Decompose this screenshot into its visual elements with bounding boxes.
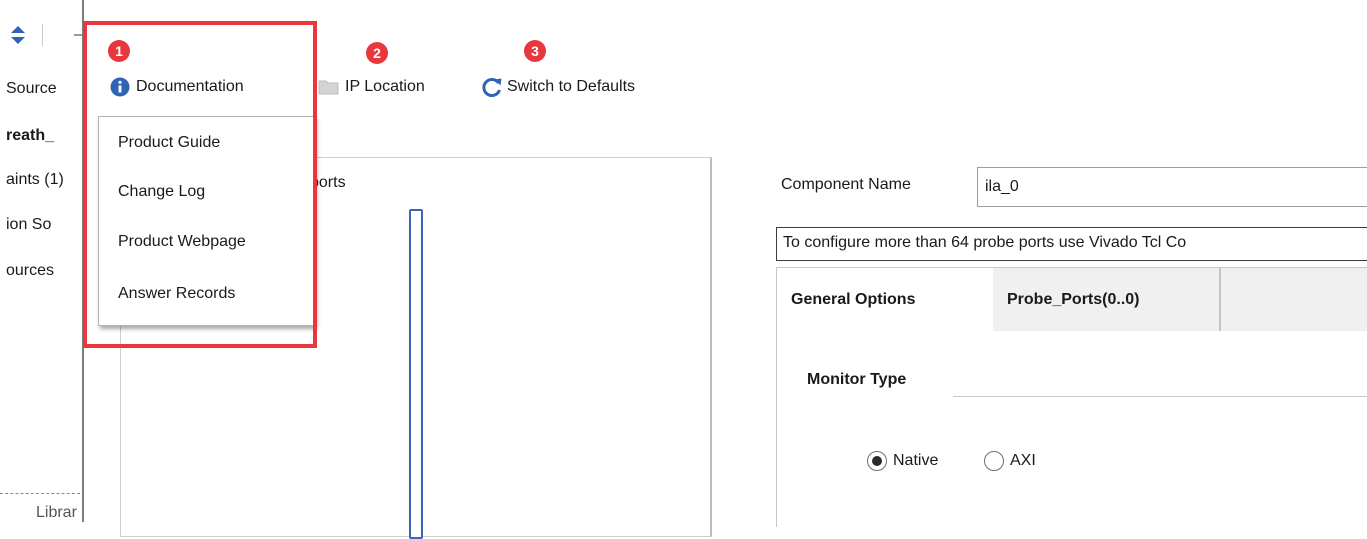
tab-general-options[interactable]: General Options xyxy=(777,268,993,331)
tab-probe-ports[interactable]: Probe_Ports(0..0) xyxy=(993,268,1221,331)
show-disabled-ports-label: ports xyxy=(310,174,346,191)
radio-selected-icon xyxy=(867,451,887,471)
refresh-icon xyxy=(482,78,502,97)
info-icon xyxy=(110,77,130,97)
probe-ports-note-text: To configure more than 64 probe ports us… xyxy=(783,234,1187,251)
radio-unselected-icon xyxy=(984,451,1004,471)
monitor-type-heading: Monitor Type xyxy=(807,371,907,388)
annotation-badge-2: 2 xyxy=(366,42,388,64)
folder-icon xyxy=(318,80,339,95)
axi-label: AXI xyxy=(1010,452,1036,469)
ip-location-label: IP Location xyxy=(345,78,425,95)
sidebar-item-utility-sources[interactable]: ources xyxy=(6,262,54,280)
monitor-type-native-radio[interactable]: Native xyxy=(867,448,938,474)
collapse-icon[interactable] xyxy=(74,34,82,36)
menu-item-change-log[interactable]: Change Log xyxy=(118,183,205,201)
documentation-menu: Product Guide Change Log Product Webpage… xyxy=(98,116,315,326)
toolbar-separator xyxy=(42,24,43,46)
menu-item-product-webpage[interactable]: Product Webpage xyxy=(118,233,246,251)
ip-symbol-block xyxy=(409,209,423,539)
sidebar-item-sources[interactable]: Source xyxy=(6,80,57,98)
annotation-badge-3: 3 xyxy=(524,40,546,62)
sidebar-item-constraints[interactable]: aints (1) xyxy=(6,171,64,189)
component-name-input[interactable] xyxy=(977,167,1367,207)
sidebar-item-simulation-sources[interactable]: ion So xyxy=(6,216,51,234)
documentation-button[interactable]: Documentation xyxy=(110,72,244,102)
section-divider xyxy=(953,396,1367,397)
switch-to-defaults-label: Switch to Defaults xyxy=(507,78,636,95)
sidebar-item-design[interactable]: reath_ xyxy=(6,127,54,145)
native-label: Native xyxy=(893,452,939,469)
probe-ports-note: To configure more than 64 probe ports us… xyxy=(776,227,1367,261)
sidebar-divider xyxy=(0,493,80,494)
monitor-type-axi-radio[interactable]: AXI xyxy=(984,448,1036,474)
component-name-label: Component Name xyxy=(781,176,911,193)
panel-divider[interactable] xyxy=(82,0,84,522)
menu-item-answer-records[interactable]: Answer Records xyxy=(118,285,235,303)
sources-sidebar: Source reath_ aints (1) ion So ources Li… xyxy=(0,0,84,522)
switch-to-defaults-button[interactable]: Switch to Defaults xyxy=(481,72,635,102)
tab-libraries[interactable]: Librar xyxy=(36,504,77,522)
expand-collapse-icon[interactable] xyxy=(11,26,25,44)
documentation-label: Documentation xyxy=(136,78,244,95)
annotation-badge-1: 1 xyxy=(108,40,130,62)
menu-item-product-guide[interactable]: Product Guide xyxy=(118,134,220,152)
ip-location-button[interactable]: IP Location xyxy=(318,72,425,102)
